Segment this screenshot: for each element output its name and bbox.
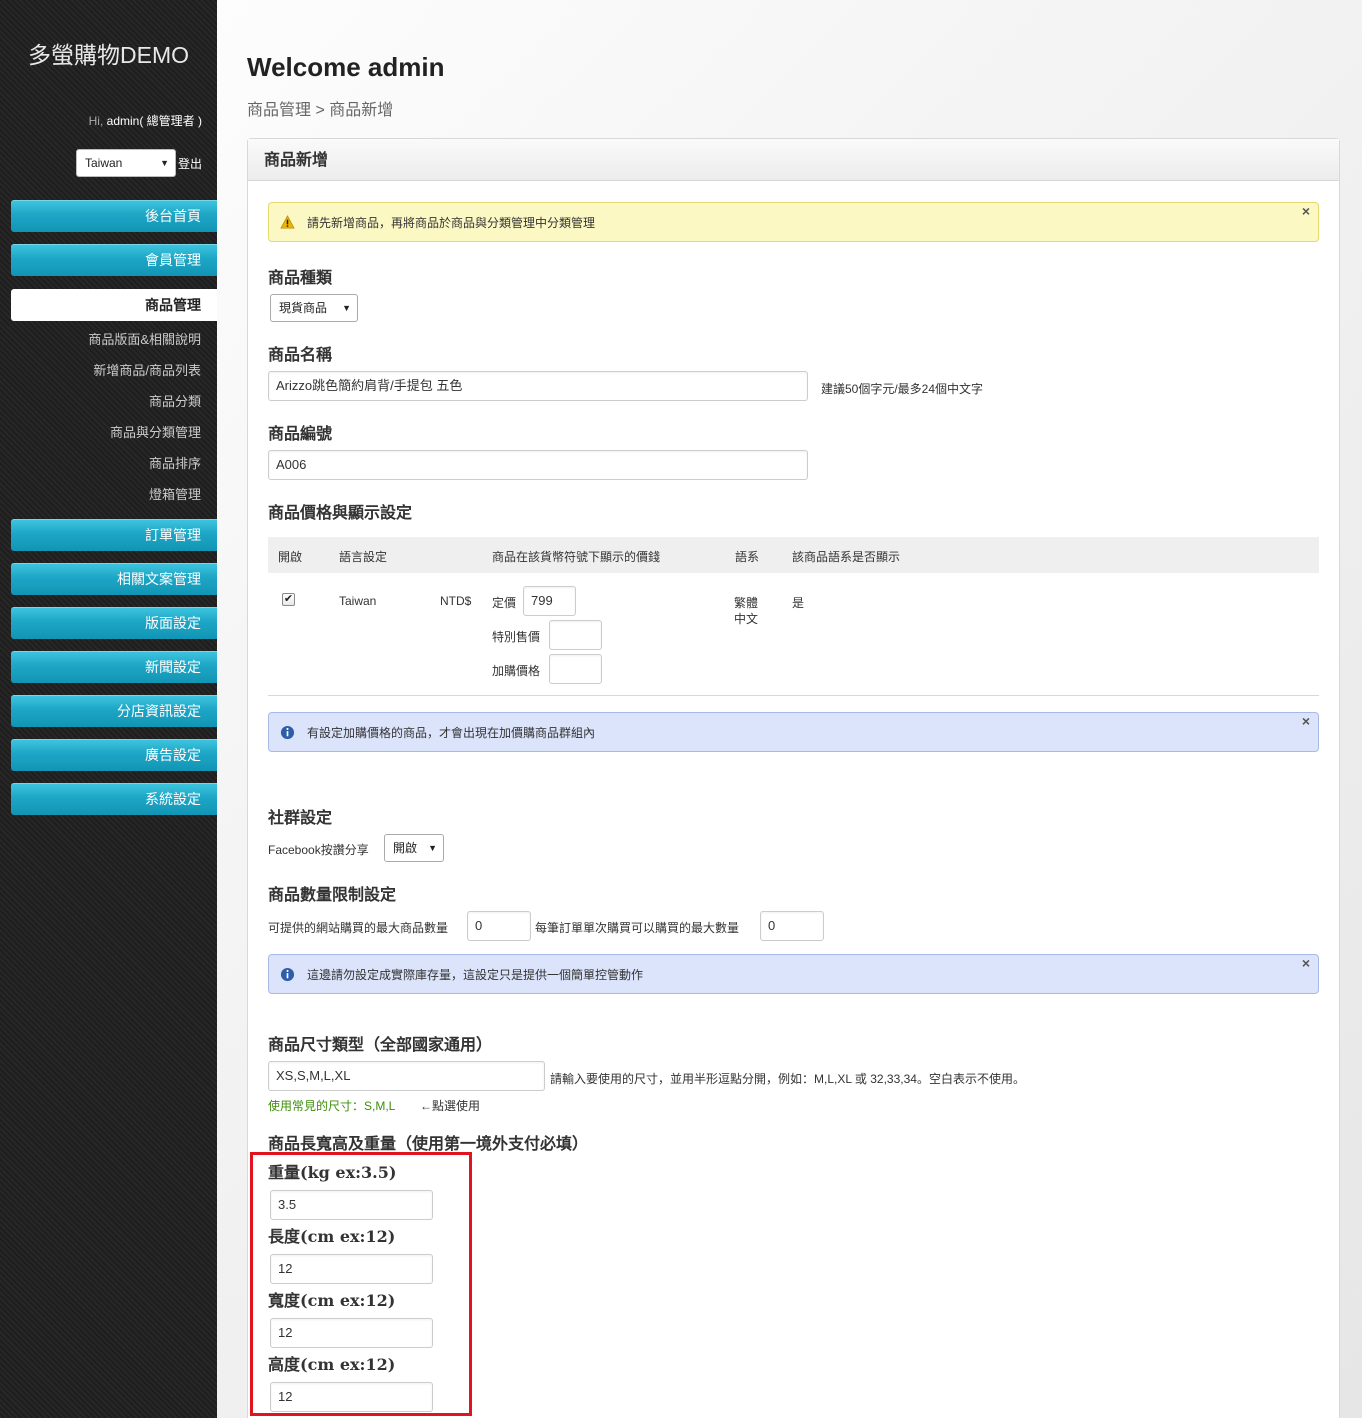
info-alert-stock: 這邊請勿設定成實際庫存量，這設定只是提供一個簡單控管動作 × — [268, 954, 1319, 994]
nav-dashboard[interactable]: 後台首頁 — [11, 200, 217, 232]
chevron-down-icon: ▼ — [342, 303, 351, 313]
th-enabled: 開啟 — [278, 550, 303, 564]
language-select-value: Taiwan — [84, 156, 123, 170]
max-qty-input[interactable]: 0 — [467, 911, 531, 941]
th-visible: 該商品語系是否顯示 — [792, 550, 901, 564]
common-sizes-link[interactable]: 使用常見的尺寸：S,M,L — [268, 1097, 395, 1114]
max-qty-label: 可提供的網站購買的最大商品數量 — [268, 921, 449, 935]
close-icon[interactable]: × — [1302, 943, 1310, 983]
subnav-lightbox[interactable]: 燈箱管理 — [149, 484, 201, 503]
info-alert-addon-text: 有設定加購價格的商品，才會出現在加價購商品群組內 — [307, 726, 596, 740]
logout-link[interactable]: 登出 — [178, 155, 202, 172]
row-currency: NTD$ — [440, 594, 472, 608]
close-icon[interactable]: × — [1302, 701, 1310, 741]
nav-products[interactable]: 商品管理 — [11, 289, 217, 321]
warning-icon — [280, 215, 295, 229]
price-table-header: 開啟 語言設定 商品在該貨幣符號下顯示的價錢 語系 該商品語系是否顯示 — [268, 537, 1319, 573]
per-order-label: 每筆訂單單次購買可以購買的最大數量 — [535, 921, 740, 935]
row-locale-line2: 中文 — [734, 612, 759, 626]
info-alert-addon: 有設定加購價格的商品，才會出現在加價購商品群組內 × — [268, 712, 1319, 752]
product-name-hint: 建議50個字元/最多24個中文字 — [821, 382, 984, 396]
nav-news[interactable]: 新聞設定 — [11, 651, 217, 683]
quantity-label: 商品數量限制設定 — [268, 885, 397, 904]
nav-members[interactable]: 會員管理 — [11, 244, 217, 276]
product-code-input[interactable]: A006 — [268, 450, 808, 480]
page-title: Welcome admin — [247, 52, 445, 82]
nav-content[interactable]: 相關文案管理 — [11, 563, 217, 595]
language-row: Taiwan ▼ 登出 — [75, 149, 202, 177]
info-alert-stock-text: 這邊請勿設定成實際庫存量，這設定只是提供一個簡單控管動作 — [307, 968, 644, 982]
product-name-input[interactable]: Arizzo跳色簡約肩背/手提包 五色 — [268, 371, 808, 401]
nav-layout[interactable]: 版面設定 — [11, 607, 217, 639]
nav-orders[interactable]: 訂單管理 — [11, 519, 217, 551]
info-icon — [280, 967, 295, 982]
subnav-categories[interactable]: 商品分類 — [149, 391, 201, 410]
th-locale: 語系 — [735, 550, 760, 564]
subnav-product-category-mgmt[interactable]: 商品與分類管理 — [110, 422, 201, 441]
highlight-annotation-box — [250, 1152, 472, 1416]
chevron-down-icon: ▼ — [160, 158, 169, 168]
warning-alert: 請先新增商品，再將商品於商品與分類管理中分類管理 × — [268, 202, 1319, 242]
warning-alert-text: 請先新增商品，再將商品於商品與分類管理中分類管理 — [307, 216, 596, 230]
row-locale-line1: 繁體 — [734, 596, 759, 610]
product-name-label: 商品名稱 — [268, 345, 333, 364]
subnav-add-product[interactable]: 新增商品/商品列表 — [93, 360, 201, 379]
size-label: 商品尺寸類型（全部國家通用） — [268, 1035, 493, 1054]
special-price-input[interactable] — [549, 620, 602, 650]
product-type-value: 現貨商品 — [279, 301, 328, 315]
size-hint: 請輸入要使用的尺寸，並用半形逗點分開，例如：M,L,XL 或 32,33,34。… — [550, 1072, 1025, 1086]
nav-stores[interactable]: 分店資訊設定 — [11, 695, 217, 727]
common-sizes-hint: ←點選使用 — [420, 1099, 481, 1113]
facebook-select-value: 開啟 — [393, 841, 418, 855]
nav-ads[interactable]: 廣告設定 — [11, 739, 217, 771]
row-language: Taiwan — [339, 594, 377, 608]
greeting: Hi, admin( 總管理者 ) — [89, 112, 202, 129]
subnav-product-sort[interactable]: 商品排序 — [149, 453, 201, 472]
language-select[interactable]: Taiwan ▼ — [75, 149, 176, 177]
price-section-label: 商品價格與顯示設定 — [268, 503, 413, 522]
subnav-product-layout[interactable]: 商品版面&相關說明 — [88, 329, 201, 348]
product-type-label: 商品種類 — [268, 268, 333, 287]
sidebar: 多螢購物DEMO Hi, admin( 總管理者 ) Taiwan ▼ 登出 後… — [0, 0, 217, 1418]
addon-price-input[interactable] — [549, 654, 602, 684]
th-price: 商品在該貨幣符號下顯示的價錢 — [492, 550, 661, 564]
size-input[interactable]: XS,S,M,L,XL — [268, 1061, 545, 1091]
enable-checkbox[interactable]: ✔ — [282, 593, 295, 606]
special-price-label: 特別售價 — [492, 630, 541, 644]
row-visible: 是 — [792, 596, 805, 610]
breadcrumb: 商品管理 > 商品新增 — [247, 102, 394, 119]
product-type-select[interactable]: 現貨商品 ▼ — [270, 294, 358, 322]
facebook-select[interactable]: 開啟 ▼ — [384, 834, 444, 862]
divider — [268, 695, 1319, 696]
list-price-input[interactable]: 799 — [523, 586, 576, 616]
facebook-label: Facebook按讚分享 — [268, 843, 369, 857]
panel-title: 商品新增 — [248, 139, 1339, 181]
brand-logo: 多螢購物DEMO — [28, 42, 189, 68]
list-price-label: 定價 — [492, 596, 517, 610]
greeting-user: admin( 總管理者 ) — [106, 114, 202, 128]
dimensions-label: 商品長寬高及重量（使用第一境外支付必填） — [268, 1134, 589, 1153]
per-order-input[interactable]: 0 — [760, 911, 824, 941]
nav-system[interactable]: 系統設定 — [11, 783, 217, 815]
social-label: 社群設定 — [268, 808, 333, 827]
greeting-prefix: Hi, — [88, 114, 107, 128]
info-icon — [280, 725, 295, 740]
chevron-down-icon: ▼ — [428, 843, 437, 853]
addon-price-label: 加購價格 — [492, 664, 541, 678]
product-code-label: 商品編號 — [268, 424, 333, 443]
th-language: 語言設定 — [339, 550, 388, 564]
close-icon[interactable]: × — [1302, 191, 1310, 231]
